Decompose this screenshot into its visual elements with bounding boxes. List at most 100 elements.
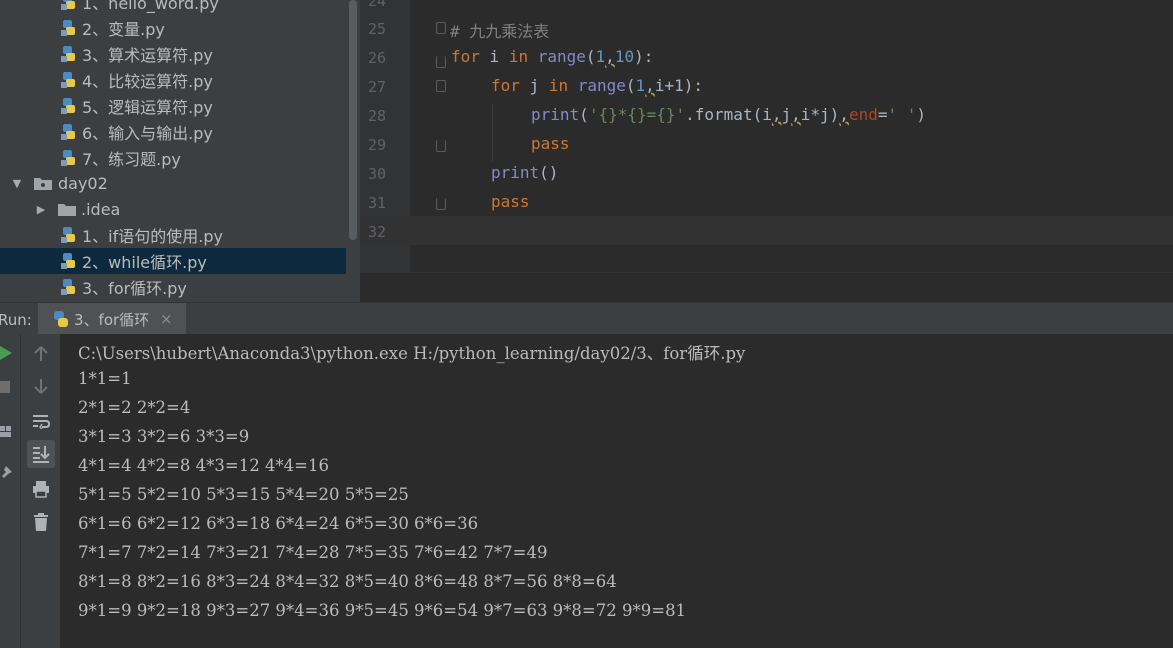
builtin: range: [537, 47, 586, 66]
console-line: 4*1=4 4*2=8 4*3=12 4*4=16: [78, 456, 330, 475]
run-left-toolbar: [0, 334, 20, 648]
line-number: 30: [367, 165, 386, 183]
python-icon: [54, 311, 68, 327]
python-file-icon: [61, 227, 75, 243]
tree-item-io[interactable]: 6、输入与输出.py: [0, 119, 346, 145]
punct: ,: [645, 76, 655, 95]
keyword: pass: [491, 192, 530, 211]
builtin: print: [491, 163, 540, 182]
tree-item-exercises[interactable]: 7、练习题.py: [0, 145, 346, 171]
keyword: for: [491, 76, 520, 95]
tree-item-label: 2、while循环.py: [82, 253, 207, 272]
stop-icon[interactable]: [0, 381, 10, 393]
tree-item-while-loop[interactable]: 2、while循环.py: [0, 248, 346, 274]
python-file-icon: [61, 98, 75, 114]
run-tab[interactable]: 3、for循环 ×: [38, 303, 186, 335]
keyword: in: [508, 47, 529, 66]
python-file-icon: [61, 46, 75, 62]
tree-item-label: 1、hello_word.py: [82, 0, 219, 13]
code-line-28: print('{}*{}={}'.format(i,j,i*j),end=' '…: [531, 105, 926, 124]
tree-folder-idea[interactable]: ▶ .idea: [0, 196, 346, 222]
fold-marker-icon[interactable]: [436, 80, 446, 92]
up-arrow-icon[interactable]: [27, 340, 55, 368]
tree-item-for-loop[interactable]: 3、for循环.py: [0, 274, 346, 300]
tree-item-label: 7、练习题.py: [82, 150, 181, 169]
tree-scrollbar[interactable]: [346, 0, 360, 302]
python-file-icon: [61, 279, 75, 295]
code-line-26: for i in range(1,10):: [451, 47, 653, 66]
tree-item-label: day02: [58, 173, 108, 193]
punct: (: [585, 47, 596, 66]
tree-folder-day02[interactable]: ▼ day02: [0, 170, 346, 196]
folder-icon: [58, 204, 76, 216]
console-output[interactable]: C:\Users\hubert\Anaconda3\python.exe H:/…: [60, 334, 1173, 648]
run-side-toolbar: [20, 334, 61, 648]
python-file-icon: [61, 20, 75, 36]
run-icon[interactable]: [0, 346, 12, 360]
fold-marker-icon[interactable]: [436, 140, 446, 152]
tree-item-variables[interactable]: 2、变量.py: [0, 15, 346, 41]
tree-item-if-statement[interactable]: 1、if语句的使用.py: [0, 222, 346, 248]
tree-item-comparison[interactable]: 4、比较运算符.py: [0, 67, 346, 93]
fold-marker-icon[interactable]: [436, 56, 446, 68]
tree-item-logical[interactable]: 5、逻辑运算符.py: [0, 93, 346, 119]
soft-wrap-icon[interactable]: [27, 407, 55, 435]
folder-icon: [34, 178, 52, 190]
tree-item-label: 6、输入与输出.py: [82, 124, 213, 143]
console-line: 9*1=9 9*2=18 9*3=27 9*4=36 9*5=45 9*6=54…: [78, 601, 687, 620]
tree-item-label: .idea: [81, 199, 121, 219]
string: '{}*{}={}': [588, 105, 686, 124]
punct: (): [539, 163, 559, 182]
down-arrow-icon[interactable]: [27, 372, 55, 400]
console-line: 1*1=1: [78, 369, 132, 388]
console-line: 3*1=3 3*2=6 3*3=9: [78, 427, 250, 446]
console-command-line: C:\Users\hubert\Anaconda3\python.exe H:/…: [78, 344, 746, 363]
punct: ,: [605, 47, 615, 66]
expression: .format(i: [685, 105, 772, 124]
expand-arrow-icon[interactable]: ▼: [11, 177, 23, 190]
fold-marker-icon[interactable]: [436, 198, 446, 210]
code-line-27: for j in range(1,i+1):: [491, 76, 703, 95]
print-icon[interactable]: [27, 475, 55, 503]
python-file-icon: [61, 124, 75, 140]
tree-item-label: 4、比较运算符.py: [82, 72, 213, 91]
punct: ): [916, 105, 927, 124]
pin-icon[interactable]: [0, 466, 12, 480]
keyword: in: [548, 76, 569, 95]
fold-marker-icon[interactable]: [436, 22, 446, 34]
code-editor[interactable]: 24 25 26 27 28 29 30 31 32 # 九九乘法表 for i…: [360, 0, 1173, 302]
python-file-icon: [61, 253, 75, 269]
current-line-highlight: [360, 216, 1173, 245]
tree-item-arithmetic[interactable]: 3、算术运算符.py: [0, 41, 346, 67]
run-tab-label: 3、for循环: [74, 310, 150, 329]
run-panel-header: Run: 3、for循环 ×: [0, 302, 1173, 335]
collapse-arrow-icon[interactable]: ▶: [35, 203, 47, 216]
identifier: j: [781, 105, 792, 124]
line-number: 24: [367, 0, 386, 10]
code-line-25: # 九九乘法表: [450, 18, 549, 42]
console-line: 8*1=8 8*2=16 8*3=24 8*4=32 8*5=40 8*6=48…: [78, 572, 617, 591]
number: 1: [595, 47, 606, 66]
number: 10: [614, 47, 635, 66]
layout-icon[interactable]: [0, 424, 12, 438]
line-number: 26: [367, 49, 386, 67]
line-number: 32: [367, 223, 386, 241]
tree-item-hello-word[interactable]: 1、hello_word.py: [0, 0, 346, 15]
console-line: 6*1=6 6*2=12 6*3=18 6*4=24 6*5=30 6*6=36: [78, 514, 479, 533]
expression: i+1):: [654, 76, 703, 95]
editor-bottom-area: [360, 272, 1173, 302]
python-file-icon: [61, 150, 75, 166]
scroll-to-end-icon[interactable]: [27, 440, 55, 468]
close-tab-icon[interactable]: ×: [160, 310, 173, 328]
comment: # 九九乘法表: [450, 22, 550, 41]
identifier: j: [519, 76, 549, 95]
punct: (: [579, 105, 589, 124]
tree-scrollbar-thumb[interactable]: [349, 0, 357, 240]
string: ' ': [887, 105, 917, 124]
run-label: Run:: [0, 311, 32, 329]
trash-icon[interactable]: [27, 508, 55, 536]
console-line: 2*1=2 2*2=4: [78, 398, 191, 417]
code-line-29: pass: [531, 134, 570, 153]
tree-item-label: 5、逻辑运算符.py: [82, 98, 213, 117]
project-tree-panel: 1、hello_word.py 2、变量.py 3、算术运算符.py 4、比较运…: [0, 0, 346, 302]
